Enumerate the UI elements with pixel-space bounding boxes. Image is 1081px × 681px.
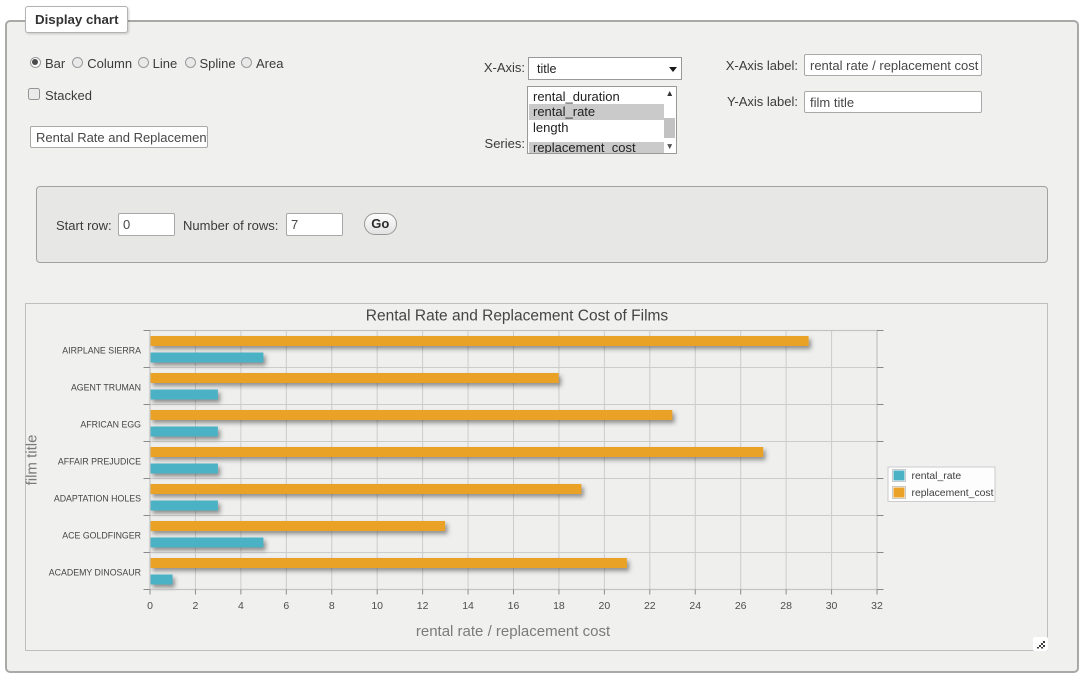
svg-text:16: 16 [508, 600, 520, 612]
svg-text:AIRPLANE SIERRA: AIRPLANE SIERRA [62, 345, 141, 355]
svg-text:Rental Rate and Replacement Co: Rental Rate and Replacement Cost of Film… [366, 308, 669, 325]
svg-text:ACADEMY DINOSAUR: ACADEMY DINOSAUR [49, 567, 141, 577]
svg-text:8: 8 [329, 600, 335, 612]
svg-text:4: 4 [238, 600, 244, 612]
svg-text:22: 22 [644, 600, 656, 612]
svg-text:28: 28 [780, 600, 792, 612]
svg-text:ADAPTATION HOLES: ADAPTATION HOLES [54, 493, 141, 503]
svg-text:AFRICAN EGG: AFRICAN EGG [80, 419, 141, 429]
svg-text:AFFAIR PREJUDICE: AFFAIR PREJUDICE [58, 456, 141, 466]
svg-text:20: 20 [599, 600, 611, 612]
svg-text:replacement_cost: replacement_cost [912, 488, 994, 499]
svg-text:14: 14 [462, 600, 474, 612]
svg-text:AGENT TRUMAN: AGENT TRUMAN [71, 382, 141, 392]
svg-text:26: 26 [735, 600, 747, 612]
svg-text:12: 12 [417, 600, 429, 612]
svg-text:ACE GOLDFINGER: ACE GOLDFINGER [62, 530, 141, 540]
svg-text:0: 0 [147, 600, 153, 612]
svg-text:24: 24 [689, 600, 701, 612]
svg-text:rental_rate: rental_rate [912, 471, 962, 482]
svg-text:rental rate / replacement cost: rental rate / replacement cost [416, 623, 611, 640]
svg-text:10: 10 [371, 600, 383, 612]
svg-text:2: 2 [193, 600, 199, 612]
svg-text:30: 30 [826, 600, 838, 612]
svg-text:6: 6 [283, 600, 289, 612]
svg-text:18: 18 [553, 600, 565, 612]
svg-text:film title: film title [25, 435, 41, 486]
svg-text:32: 32 [871, 600, 883, 612]
